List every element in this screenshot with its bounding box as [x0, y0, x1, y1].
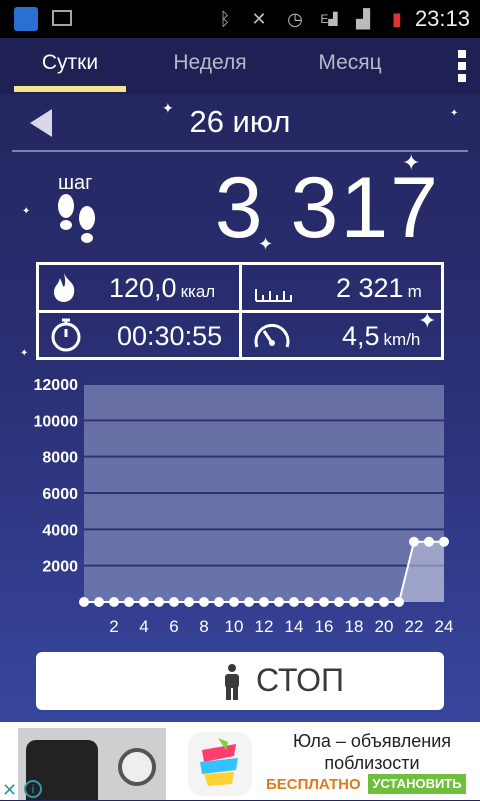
alarm-icon: ◷	[287, 9, 303, 29]
data-point	[379, 597, 389, 607]
x-tick-label: 16	[315, 617, 334, 636]
ad-info-icon[interactable]: i	[24, 780, 42, 798]
x-tick-label: 6	[169, 617, 178, 636]
data-point	[274, 597, 284, 607]
star-decoration: ✦	[20, 348, 29, 359]
y-tick-label: 6000	[42, 486, 78, 503]
data-point	[394, 597, 404, 607]
data-point	[199, 597, 209, 607]
x-tick-label: 18	[345, 617, 364, 636]
ad-watch-image	[118, 748, 156, 786]
data-point	[409, 536, 419, 547]
data-point	[259, 597, 269, 607]
data-point	[124, 597, 134, 607]
y-tick-label: 2000	[42, 559, 78, 576]
status-bar: ᛒ ✕ ◷ E▟ ▟ ▮ 23:13	[0, 0, 480, 38]
ad-free-label: БЕСПЛАТНО	[266, 776, 361, 793]
ad-title: Юла – объявления поблизости	[292, 731, 452, 773]
data-point	[109, 597, 119, 607]
distance-cell: 2 321 m	[242, 265, 441, 310]
footprints-icon	[58, 194, 95, 243]
data-point	[169, 597, 179, 607]
x-tick-label: 20	[375, 617, 394, 636]
speedometer-icon	[254, 324, 290, 348]
x-tick-label: 14	[285, 617, 304, 636]
speed-cell: 4,5 km/h	[242, 313, 441, 358]
x-tick-label: 8	[199, 617, 208, 636]
data-point	[229, 597, 239, 607]
x-tick-label: 22	[405, 617, 424, 636]
stop-button-label: СТОП	[256, 662, 345, 698]
tab-month[interactable]: Месяц	[290, 38, 410, 94]
date-label: 26 июл	[189, 104, 291, 139]
data-point	[214, 597, 224, 607]
signal-e-icon: E▟	[320, 12, 338, 26]
data-point	[289, 597, 299, 607]
signal-icon: ▟	[356, 9, 370, 29]
ad-install-button[interactable]: УСТАНОВИТЬ	[368, 774, 466, 794]
speed-unit: km/h	[383, 330, 421, 349]
app-notification-icon	[14, 7, 38, 31]
star-decoration: ✦	[162, 100, 174, 116]
data-point	[349, 597, 359, 607]
battery-icon: ▮	[392, 9, 402, 29]
data-point	[334, 597, 344, 607]
ad-app-logo	[188, 732, 252, 796]
overflow-menu-icon[interactable]	[458, 50, 468, 82]
steps-chart: 120001000080006000400020002 4 6 8 10 12 14 16 18…	[34, 377, 454, 636]
data-point	[364, 597, 374, 607]
x-tick-label: 24	[435, 617, 454, 636]
data-point	[439, 536, 449, 547]
divider	[12, 150, 468, 152]
distance-value: 2 321	[336, 273, 404, 303]
flame-icon	[54, 273, 75, 302]
person-icon	[225, 664, 239, 700]
stopwatch-icon	[51, 318, 81, 352]
data-point	[139, 597, 149, 607]
data-point	[154, 597, 164, 607]
y-tick-label: 12000	[34, 377, 79, 394]
distance-unit: m	[407, 282, 422, 301]
calories-value: 120,0	[109, 273, 177, 303]
stop-button[interactable]: СТОП	[36, 652, 444, 710]
image-notification-icon	[52, 10, 72, 26]
duration-value: 00:30:55	[117, 321, 223, 351]
data-point	[244, 597, 254, 607]
data-point	[319, 597, 329, 607]
clock: 23:13	[414, 6, 470, 31]
duration-cell: 00:30:55	[39, 313, 239, 358]
date-navigation: 26 июл	[0, 100, 480, 150]
mute-icon: ✕	[251, 9, 267, 29]
calories-unit: ккал	[180, 282, 216, 301]
x-tick-label: 2	[109, 617, 118, 636]
speed-value: 4,5	[342, 321, 380, 351]
x-tick-label: 12	[255, 617, 274, 636]
x-tick-label: 10	[225, 617, 244, 636]
calories-cell: 120,0 ккал	[39, 265, 239, 310]
y-tick-label: 8000	[42, 450, 78, 467]
active-tab-indicator	[14, 86, 126, 92]
ruler-icon	[255, 289, 292, 302]
y-tick-label: 4000	[42, 522, 78, 539]
star-decoration: ✦	[450, 108, 459, 119]
y-tick-label: 10000	[34, 413, 79, 430]
data-point	[184, 597, 194, 607]
ad-close-icon[interactable]: ✕	[2, 780, 17, 801]
tab-bar: Сутки Неделя Месяц	[0, 38, 480, 94]
step-count: 3 317	[214, 160, 440, 256]
data-point	[94, 597, 104, 607]
data-point	[79, 597, 89, 607]
x-tick-label: 4	[139, 617, 148, 636]
data-point	[424, 536, 434, 547]
bluetooth-icon: ᛒ	[219, 9, 231, 29]
star-decoration: ✦	[22, 206, 31, 217]
data-point	[304, 597, 314, 607]
stats-grid: 120,0 ккал 2 321 m 00:30:55 4,5 km/h	[36, 262, 444, 360]
ad-banner[interactable]: ✕ i Юла – объявления поблизости БЕСПЛАТН…	[0, 722, 480, 800]
tab-week[interactable]: Неделя	[150, 38, 270, 94]
